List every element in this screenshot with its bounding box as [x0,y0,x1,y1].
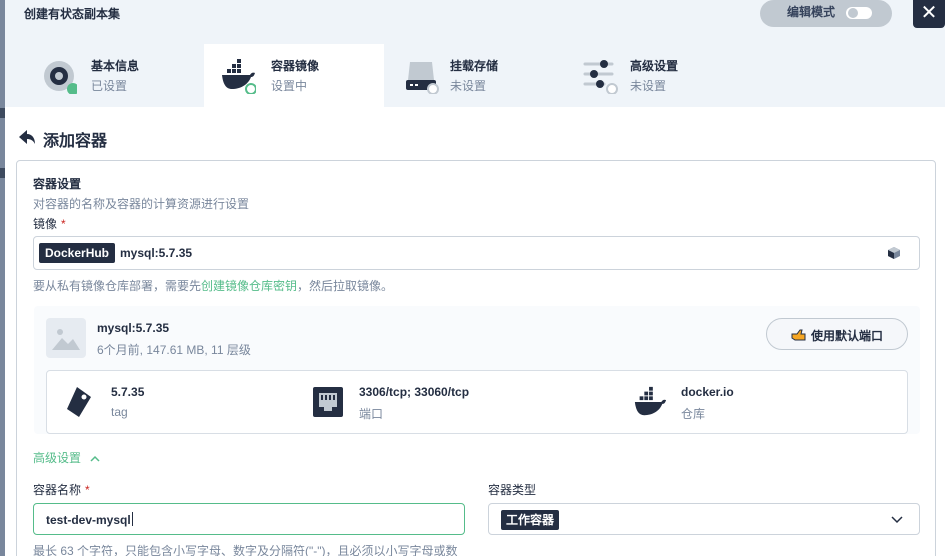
page-title: 添加容器 [43,133,108,150]
hint-suffix: ，然后拉取镜像。 [297,279,394,293]
step-name: 挂载存储 [450,59,499,73]
advanced-settings-toggle[interactable]: 高级设置 [33,449,100,466]
sliders-icon [583,60,618,94]
modal-title: 创建有状态副本集 [24,7,121,21]
image-details: 5.7.35 tag 3306/tcp; 33060/tcp 端口 docker… [46,370,908,434]
cube-icon[interactable] [887,246,901,260]
container-type-label-text: 容器类型 [488,483,537,497]
section-description: 对容器的名称及容器的计算资源进行设置 [33,197,250,211]
image-thumbnail [46,318,86,358]
detail-ports: 3306/tcp; 33060/tcp 端口 [295,371,595,433]
step-mount-storage[interactable]: 挂载存储 未设置 [384,44,564,107]
tag-icon [67,387,91,417]
text-caret [131,512,133,526]
step-advanced-settings[interactable]: 高级设置 未设置 [564,44,744,107]
step-name: 基本信息 [91,59,140,73]
detail-tag: 5.7.35 tag [47,371,297,433]
detail-value: 5.7.35 [111,385,145,399]
toggle-switch[interactable] [846,7,872,19]
container-type-value: 工作容器 [501,510,560,530]
detail-label: 仓库 [681,407,706,421]
wizard-steps: 基本信息 已设置 容器镜像 设置中 挂载存储 未设置 高级设置 未设置 [5,44,945,107]
edit-mode-label: 编辑模式 [787,5,836,19]
advanced-settings-label: 高级设置 [33,451,82,465]
use-default-port-label: 使用默认端口 [811,329,884,343]
image-meta: 6个月前, 147.61 MB, 11 层级 [97,343,251,357]
registry-tag[interactable]: DockerHub [39,243,116,263]
container-name-label: 容器名称 * [33,481,90,498]
step-name: 高级设置 [630,59,679,73]
container-name-value: test-dev-mysql [46,513,131,527]
step-basic-info[interactable]: 基本信息 已设置 [5,44,185,107]
image-value: mysql:5.7.35 [120,246,193,260]
required-mark: * [61,217,66,231]
container-type-label: 容器类型 [488,481,536,498]
hand-pointer-icon [791,329,806,341]
detail-label: 端口 [359,407,384,421]
storage-icon [406,62,439,94]
edit-mode-toggle[interactable]: 编辑模式 [760,0,892,27]
image-name: mysql:5.7.35 [97,321,170,335]
close-button[interactable]: ✕ [913,0,945,28]
hint-prefix: 要从私有镜像仓库部署，需要先 [33,279,202,293]
container-type-select[interactable]: 工作容器 [488,503,920,535]
step-status: 未设置 [450,79,487,93]
disk-icon [44,61,77,94]
modal-header: 创建有状态副本集 编辑模式 ✕ [5,0,945,44]
create-statefulset-modal: 创建有状态副本集 编辑模式 ✕ 基本信息 已设置 容器镜像 设置中 挂载存储 未… [5,0,945,556]
container-name-label-text: 容器名称 [33,483,82,497]
detail-value: docker.io [681,385,734,399]
back-arrow-icon[interactable] [18,129,36,145]
step-status: 已设置 [91,79,128,93]
use-default-port-button[interactable]: 使用默认端口 [766,318,908,350]
section-title: 容器设置 [33,177,82,191]
create-secret-link[interactable]: 创建镜像仓库密钥 [201,279,297,293]
ethernet-port-icon [313,387,343,417]
toggle-knob [848,8,858,18]
docker-icon [634,386,667,416]
image-placeholder-icon [52,329,80,350]
image-label-text: 镜像 [33,217,58,231]
docker-icon [222,59,256,94]
detail-value: 3306/tcp; 33060/tcp [359,385,470,399]
container-name-hint: 最长 63 个字符，只能包含小写字母、数字及分隔符("-")，且必须以小写字母或… [33,544,458,556]
image-input[interactable]: DockerHub mysql:5.7.35 [33,236,920,270]
step-status: 设置中 [271,79,308,93]
private-registry-hint: 要从私有镜像仓库部署，需要先创建镜像仓库密钥，然后拉取镜像。 [33,277,393,294]
step-container-image[interactable]: 容器镜像 设置中 [204,44,384,107]
container-name-input[interactable]: test-dev-mysql [33,503,465,535]
step-status: 未设置 [630,79,667,93]
image-field-label: 镜像 * [33,215,66,232]
detail-registry: docker.io 仓库 [617,371,897,433]
detail-label: tag [111,405,128,419]
step-name: 容器镜像 [271,59,320,73]
chevron-up-icon [90,455,100,462]
image-info-box: mysql:5.7.35 6个月前, 147.61 MB, 11 层级 使用默认… [34,306,920,434]
required-mark: * [85,483,90,497]
container-settings-card: 容器设置 对容器的名称及容器的计算资源进行设置 镜像 * DockerHub my… [16,160,936,556]
chevron-down-icon [891,516,903,524]
